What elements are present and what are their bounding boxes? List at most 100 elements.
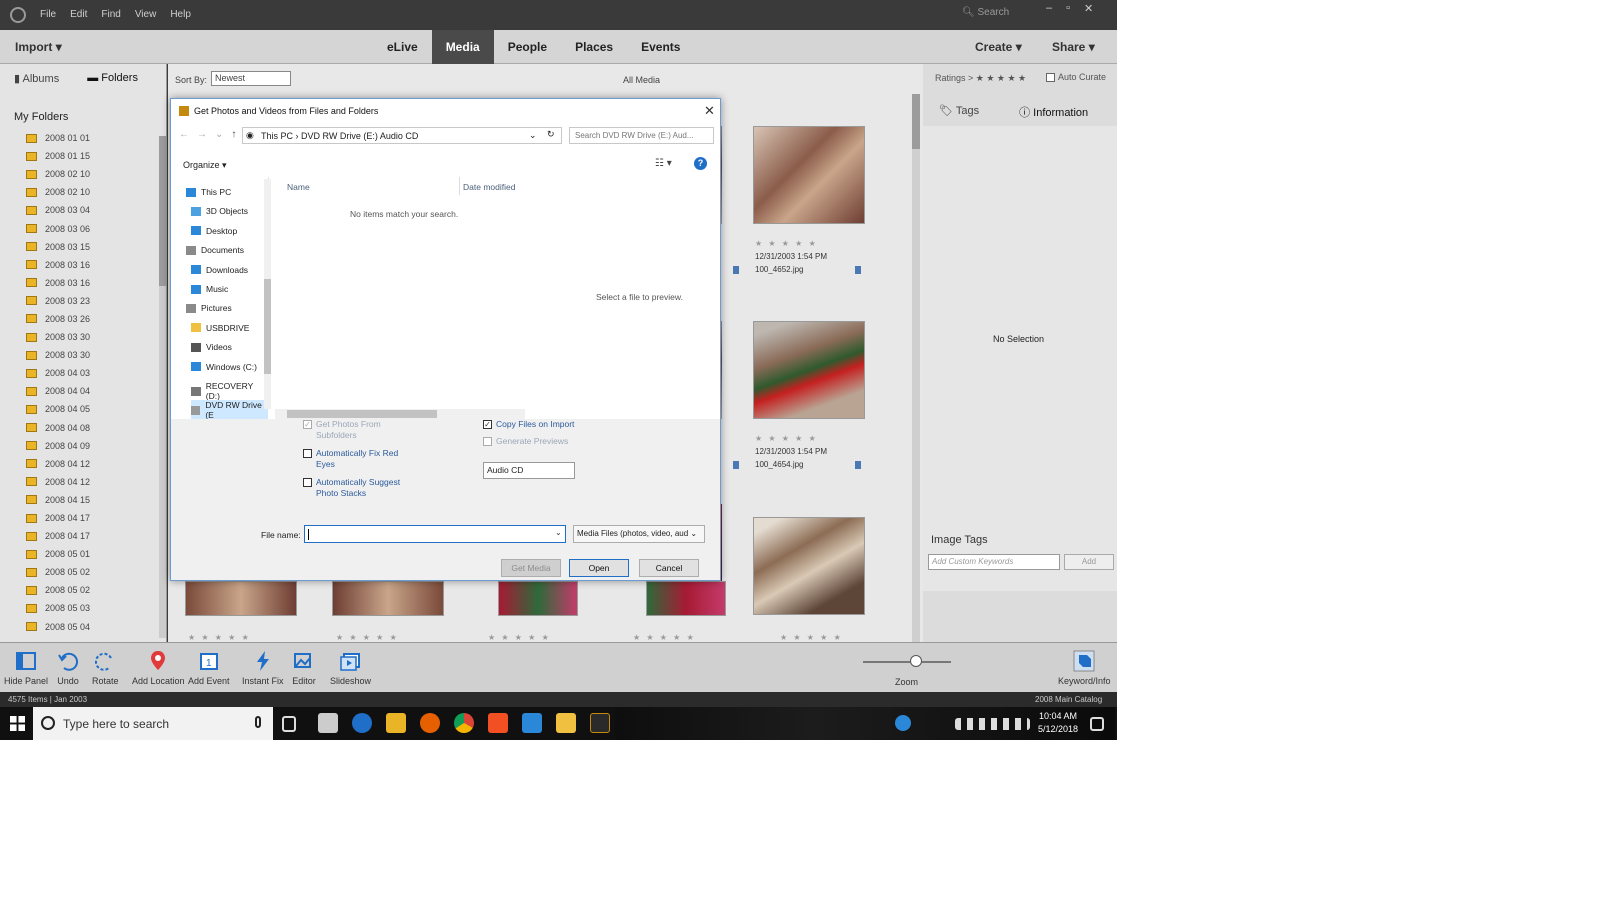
get-from-subfolders-option[interactable]: ✓ Get Photos From Subfolders [303,419,413,441]
suggest-photo-stacks-option[interactable]: Automatically Suggest Photo Stacks [303,477,413,499]
menu-edit[interactable]: Edit [70,9,87,20]
get-from-subfolders-checkbox[interactable]: ✓ [303,420,312,429]
scrollbar-thumb[interactable] [159,136,166,286]
nav-item[interactable]: Downloads [191,265,248,275]
auto-curate-checkbox[interactable] [1046,72,1055,82]
taskbar-clock[interactable]: 10:04 AM 5/12/2018 [1038,710,1078,736]
folder-item[interactable]: 2008 05 03 [26,599,90,617]
folder-item[interactable]: 2008 03 30 [26,346,90,364]
firefox-icon[interactable] [420,713,440,733]
folder-item[interactable]: 2008 02 10 [26,183,90,201]
windows-start-icon[interactable] [10,716,25,731]
scrollbar-thumb[interactable] [264,279,271,374]
custom-keywords-input[interactable]: Add Custom Keywords [928,554,1060,570]
view-options-button[interactable]: ☷ ▾ [655,158,672,169]
column-name-header[interactable]: Name [287,182,310,192]
file-type-select[interactable]: Media Files (photos, video, aud ⌄ [573,525,705,543]
ratings-filter[interactable]: Ratings > ★ ★ ★ ★ ★ [935,73,1026,84]
chrome-icon[interactable] [454,713,474,733]
nav-item[interactable]: Music [191,284,228,294]
recent-chevron-icon[interactable]: ⌄ [215,129,231,140]
menu-find[interactable]: Find [101,9,120,20]
tab-tags[interactable]: 🏷︎ Tags [939,104,979,120]
photo-rating[interactable]: ★ ★ ★ ★ ★ [488,633,551,642]
edge-browser-icon[interactable] [352,713,372,733]
photo-thumbnail[interactable] [646,581,726,616]
folder-item[interactable]: 2008 01 01 [26,129,90,147]
elements-organizer-taskbar-icon[interactable] [590,713,610,733]
folder-item[interactable]: 2008 03 16 [26,274,90,292]
photo-thumbnail[interactable] [753,126,865,224]
nav-item[interactable]: Desktop [191,226,237,236]
slideshow-button[interactable]: Slideshow [330,649,371,686]
folder-item[interactable]: 2008 04 15 [26,491,90,509]
tab-information[interactable]: ⓘ Information [1019,104,1088,120]
photo-rating[interactable]: ★ ★ ★ ★ ★ [755,434,818,443]
keyword-info-button[interactable]: Keyword/Info [1058,649,1111,686]
tab-albums[interactable]: ▮ Albums [14,72,59,85]
create-button[interactable]: Create ▾ [975,40,1022,54]
photo-rating[interactable]: ★ ★ ★ ★ ★ [755,239,818,248]
folder-item[interactable]: 2008 03 06 [26,219,90,237]
add-keyword-button[interactable]: Add [1064,554,1114,570]
close-button[interactable]: ✕ [1084,2,1093,15]
photos-app-icon[interactable] [522,713,542,733]
folder-item[interactable]: 2008 04 17 [26,527,90,545]
photo-thumbnail[interactable] [498,581,578,616]
file-list-hscrollbar[interactable] [275,409,525,419]
nav-scrollbar[interactable] [264,179,271,409]
folder-item[interactable]: 2008 02 10 [26,165,90,183]
folder-item[interactable]: 2008 04 12 [26,473,90,491]
volume-name-field[interactable]: Audio CD [483,462,575,479]
tab-events[interactable]: Events [627,30,694,64]
menu-help[interactable]: Help [170,9,191,20]
folder-item[interactable]: 2008 03 26 [26,310,90,328]
rating-stars[interactable]: ★ ★ ★ ★ ★ [976,73,1026,83]
nav-item[interactable]: Windows (C:) [191,362,257,372]
photo-thumbnail[interactable] [753,517,865,615]
forward-arrow-icon[interactable]: → [197,129,215,140]
suggest-photo-stacks-checkbox[interactable] [303,478,312,487]
global-search[interactable]: 🔍︎ Search [962,7,1032,23]
scrollbar-thumb[interactable] [912,94,920,149]
file-explorer-icon[interactable] [386,713,406,733]
photo-rating[interactable]: ★ ★ ★ ★ ★ [188,633,251,642]
tab-folders[interactable]: ▬ Folders [87,72,138,85]
folder-item[interactable]: 2008 05 04 [26,618,90,636]
folder-item[interactable]: 2008 03 04 [26,201,90,219]
auto-curate-toggle[interactable]: Auto Curate [1046,72,1106,82]
folder-item[interactable]: 2008 05 02 [26,563,90,581]
photo-thumbnail[interactable] [185,581,297,616]
sort-select[interactable]: Newest [211,71,291,86]
folder-scrollbar[interactable] [159,136,166,638]
folder-item[interactable]: 2008 05 02 [26,581,90,599]
fix-red-eyes-checkbox[interactable] [303,449,312,458]
tab-people[interactable]: People [494,30,561,64]
share-button[interactable]: Share ▾ [1052,40,1095,54]
nav-item[interactable]: Pictures [186,303,232,313]
taskbar-search-box[interactable]: Type here to search [33,707,273,740]
folder-item[interactable]: 2008 04 05 [26,400,90,418]
add-location-button[interactable]: Add Location [132,649,185,686]
menu-view[interactable]: View [135,9,157,20]
photo-rating[interactable]: ★ ★ ★ ★ ★ [633,633,696,642]
mail-icon[interactable] [318,713,338,733]
maximize-button[interactable]: ▫ [1066,2,1070,15]
folder-item[interactable]: 2008 01 15 [26,147,90,165]
tab-media[interactable]: Media [431,30,494,64]
generate-previews-option[interactable]: Generate Previews [483,436,603,447]
folder-item[interactable]: 2008 04 12 [26,455,90,473]
folder-item[interactable]: 2008 04 17 [26,509,90,527]
zoom-slider-track[interactable] [863,661,951,663]
photo-thumbnail[interactable] [753,321,865,419]
folder-item[interactable]: 2008 04 04 [26,382,90,400]
photo-rating[interactable]: ★ ★ ★ ★ ★ [336,633,399,642]
help-icon[interactable] [895,715,911,731]
get-media-button[interactable]: Get Media [501,559,561,577]
folder-item[interactable]: 2008 04 09 [26,437,90,455]
folder-item[interactable]: 2008 03 15 [26,238,90,256]
chevron-down-icon[interactable]: ⌄ [555,528,562,537]
undo-button[interactable]: Undo [56,649,80,686]
address-bar[interactable]: ◉ This PC › DVD RW Drive (E:) Audio CD ⌄… [242,127,562,144]
copy-files-option[interactable]: ✓ Copy Files on Import [483,419,603,430]
